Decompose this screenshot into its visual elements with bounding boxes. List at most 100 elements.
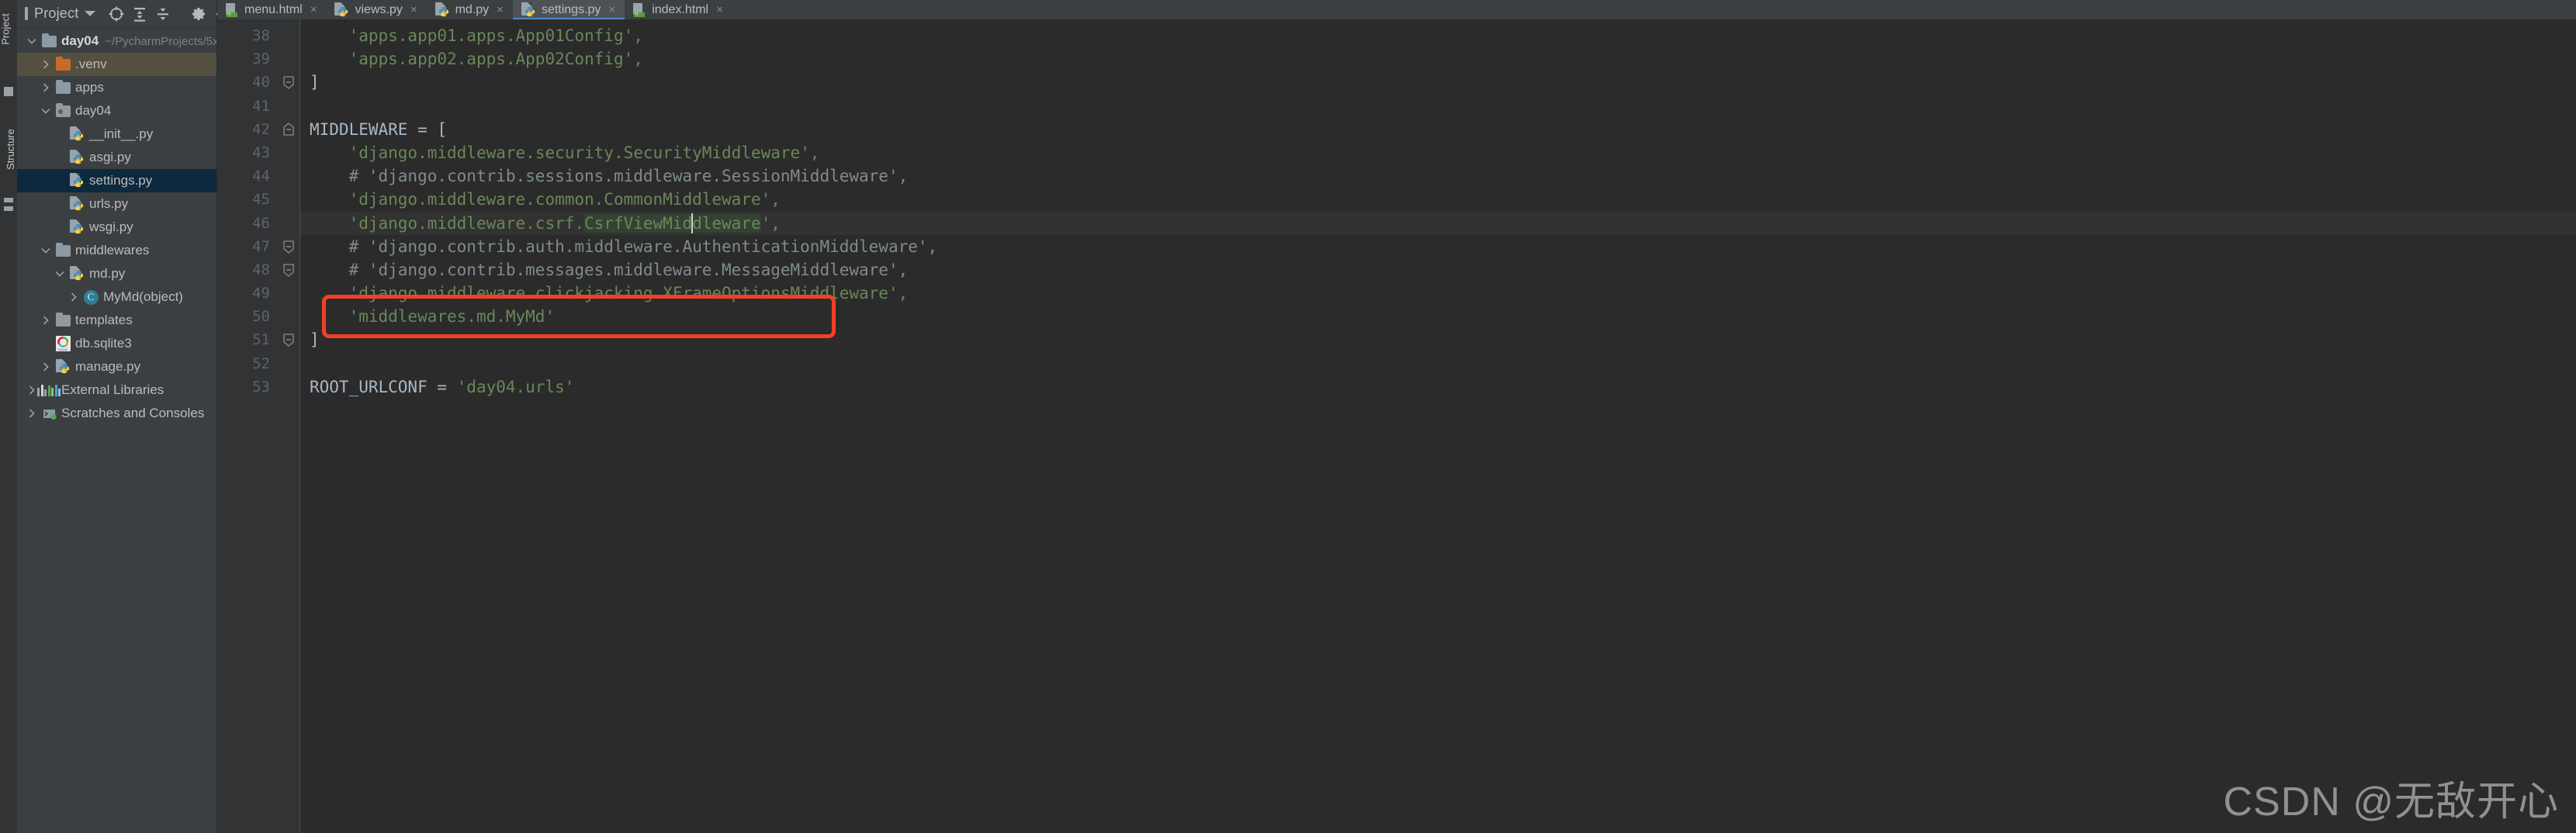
tree-item-day04[interactable]: day04 [17,99,216,123]
code-line-41[interactable] [300,95,2576,118]
tree-item--init-py[interactable]: __init__.py [17,123,216,146]
code-line-38[interactable]: 'apps.app01.apps.App01Config', [300,24,2576,47]
code-line-43[interactable]: 'django.middleware.security.SecurityMidd… [300,141,2576,164]
fold-cell[interactable] [279,118,299,141]
editor-tab-settings-py[interactable]: settings.py × [512,0,625,19]
tree-expander[interactable] [51,268,68,279]
line-number[interactable]: 47 [217,235,279,258]
tree-item-mymd-object-[interactable]: C MyMd(object) [17,285,216,309]
line-number[interactable]: 53 [217,375,279,399]
line-number[interactable]: 42 [217,118,279,141]
fold-cell[interactable] [279,24,299,47]
line-number[interactable]: 45 [217,188,279,211]
line-number[interactable]: 44 [217,164,279,188]
code-line-47[interactable]: # 'django.contrib.auth.middleware.Authen… [300,235,2576,258]
tree-item-wsgi-py[interactable]: wsgi.py [17,216,216,239]
gear-icon[interactable] [190,4,207,24]
fold-cell[interactable] [279,328,299,351]
fold-cell[interactable] [279,164,299,188]
fold-cell[interactable] [279,235,299,258]
fold-cell[interactable] [279,352,299,375]
tree-item-external-libraries[interactable]: External Libraries [17,378,216,402]
close-icon[interactable]: × [497,3,504,16]
tree-item-scratches-and-consoles[interactable]: Scratches and Consoles [17,402,216,425]
fold-cell[interactable] [279,305,299,328]
code-line-50[interactable]: 'middlewares.md.MyMd' [300,305,2576,328]
line-number[interactable]: 38 [217,24,279,47]
tree-item-templates[interactable]: templates [17,309,216,332]
code-line-42[interactable]: MIDDLEWARE = [ [300,118,2576,141]
tree-expander[interactable] [37,105,54,116]
code-line-51[interactable]: ] [300,328,2576,351]
editor-tab-menu-html[interactable]: Hmenu.html × [217,0,326,19]
code-line-45[interactable]: 'django.middleware.common.CommonMiddlewa… [300,188,2576,211]
code-editor[interactable]: 38 39 40 41 42 43 44 45 46 47 48 49 50 51 52 53 'apps.a… [217,19,2576,833]
tree-item-md-py[interactable]: md.py [17,262,216,285]
tree-expander[interactable] [65,292,82,302]
tree-item-manage-py[interactable]: manage.py [17,355,216,378]
project-panel-title: Project [34,5,79,21]
code-line-39[interactable]: 'apps.app02.apps.App02Config', [300,47,2576,71]
tool-window-tab-project[interactable]: Project [0,13,12,44]
line-number[interactable]: 39 [217,47,279,71]
close-icon[interactable]: × [310,3,317,16]
tool-window-tab-structure[interactable]: Structure [5,129,16,170]
line-number-gutter[interactable]: 38 39 40 41 42 43 44 45 46 47 48 49 50 51 52 53 [217,19,279,833]
chevron-down-icon[interactable] [85,11,96,16]
tree-item-asgi-py[interactable]: asgi.py [17,146,216,169]
line-number[interactable]: 49 [217,282,279,305]
editor-tab-bar[interactable]: Hmenu.html × views.py × md.py × settings.py × Hi… [217,0,2576,19]
line-number[interactable]: 43 [217,141,279,164]
fold-cell[interactable] [279,141,299,164]
code-line-46[interactable]: 'django.middleware.csrf.CsrfViewMiddlewa… [300,211,2576,235]
fold-cell[interactable] [279,188,299,211]
fold-cell[interactable] [279,71,299,94]
expand-all-icon[interactable] [131,4,148,24]
code-line-40[interactable]: ] [300,71,2576,94]
fold-cell[interactable] [279,212,299,235]
editor-tab-index-html[interactable]: Hindex.html × [625,0,732,19]
line-number[interactable]: 48 [217,258,279,282]
tree-item-apps[interactable]: apps [17,76,216,99]
line-number[interactable]: 41 [217,95,279,118]
tree-item-db-sqlite3[interactable]: SQLite db.sqlite3 [17,332,216,355]
locate-icon[interactable] [108,4,125,24]
line-number[interactable]: 50 [217,305,279,328]
tree-item--venv[interactable]: .venv [17,53,216,76]
tree-expander[interactable] [23,408,40,419]
close-icon[interactable]: × [410,3,417,16]
close-icon[interactable]: × [716,3,723,16]
tree-expander[interactable] [37,315,54,326]
editor-tab-md-py[interactable]: md.py × [427,0,513,19]
fold-cell[interactable] [279,95,299,118]
tree-expander[interactable] [37,245,54,256]
project-tree[interactable]: day04 ~/PycharmProjects/5x_django_s .venv a… [17,28,216,833]
fold-cell[interactable] [279,47,299,71]
code-line-49[interactable]: 'django.middleware.clickjacking.XFrameOp… [300,282,2576,305]
code-line-48[interactable]: # 'django.contrib.messages.middleware.Me… [300,258,2576,282]
fold-cell[interactable] [279,282,299,305]
code-token: ROOT_URLCONF = [310,377,457,396]
code-line-53[interactable]: ROOT_URLCONF = 'day04.urls' [300,375,2576,399]
tree-item-settings-py[interactable]: settings.py [17,169,216,192]
code-folding-gutter[interactable] [279,19,299,833]
tree-item-middlewares[interactable]: middlewares [17,239,216,262]
collapse-all-icon[interactable] [154,4,171,24]
line-number[interactable]: 51 [217,328,279,351]
close-icon[interactable]: × [608,3,615,16]
code-text[interactable]: 'apps.app01.apps.App01Config', 'apps.app… [299,19,2576,833]
tree-expander[interactable] [37,59,54,70]
line-number[interactable]: 46 [217,212,279,235]
tree-item-day04[interactable]: day04 ~/PycharmProjects/5x_django_s [17,29,216,53]
tree-expander[interactable] [23,36,40,47]
code-line-52[interactable] [300,352,2576,375]
tree-expander[interactable] [37,82,54,93]
line-number[interactable]: 52 [217,352,279,375]
line-number[interactable]: 40 [217,71,279,94]
editor-tab-views-py[interactable]: views.py × [326,0,426,19]
tree-item-urls-py[interactable]: urls.py [17,192,216,216]
fold-cell[interactable] [279,375,299,399]
fold-cell[interactable] [279,258,299,282]
code-line-44[interactable]: # 'django.contrib.sessions.middleware.Se… [300,164,2576,188]
tree-expander[interactable] [37,361,54,372]
